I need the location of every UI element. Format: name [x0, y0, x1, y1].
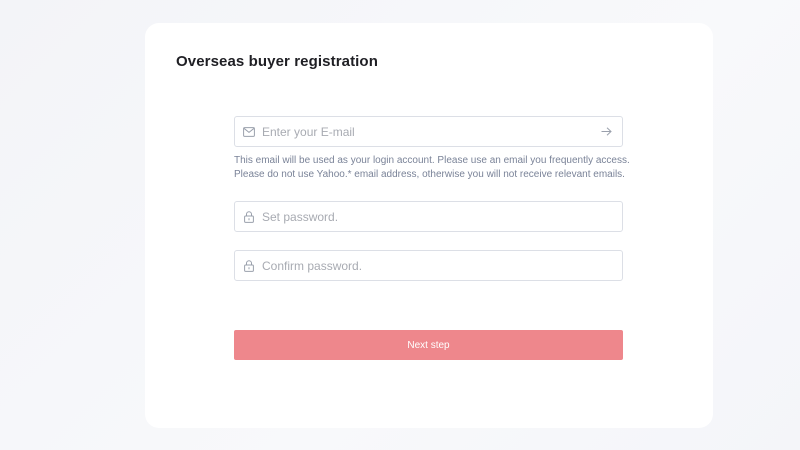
confirm-password-field[interactable] [234, 250, 623, 281]
arrow-right-icon[interactable] [599, 125, 613, 139]
registration-card: Overseas buyer registration This email w… [145, 23, 713, 428]
email-input[interactable] [262, 117, 599, 146]
email-hint: This email will be used as your login ac… [234, 154, 634, 182]
lock-icon [242, 210, 256, 224]
email-field[interactable] [234, 116, 623, 147]
page-background: Overseas buyer registration This email w… [0, 0, 800, 450]
password-input[interactable] [262, 202, 622, 231]
lock-icon [242, 259, 256, 273]
email-hint-line: Please do not use Yahoo.* email address,… [234, 169, 625, 180]
mail-icon [242, 125, 256, 139]
password-field[interactable] [234, 201, 623, 232]
confirm-password-input[interactable] [262, 251, 622, 280]
next-step-button[interactable]: Next step [234, 330, 623, 360]
email-hint-line: This email will be used as your login ac… [234, 155, 630, 166]
page-title: Overseas buyer registration [176, 53, 378, 70]
